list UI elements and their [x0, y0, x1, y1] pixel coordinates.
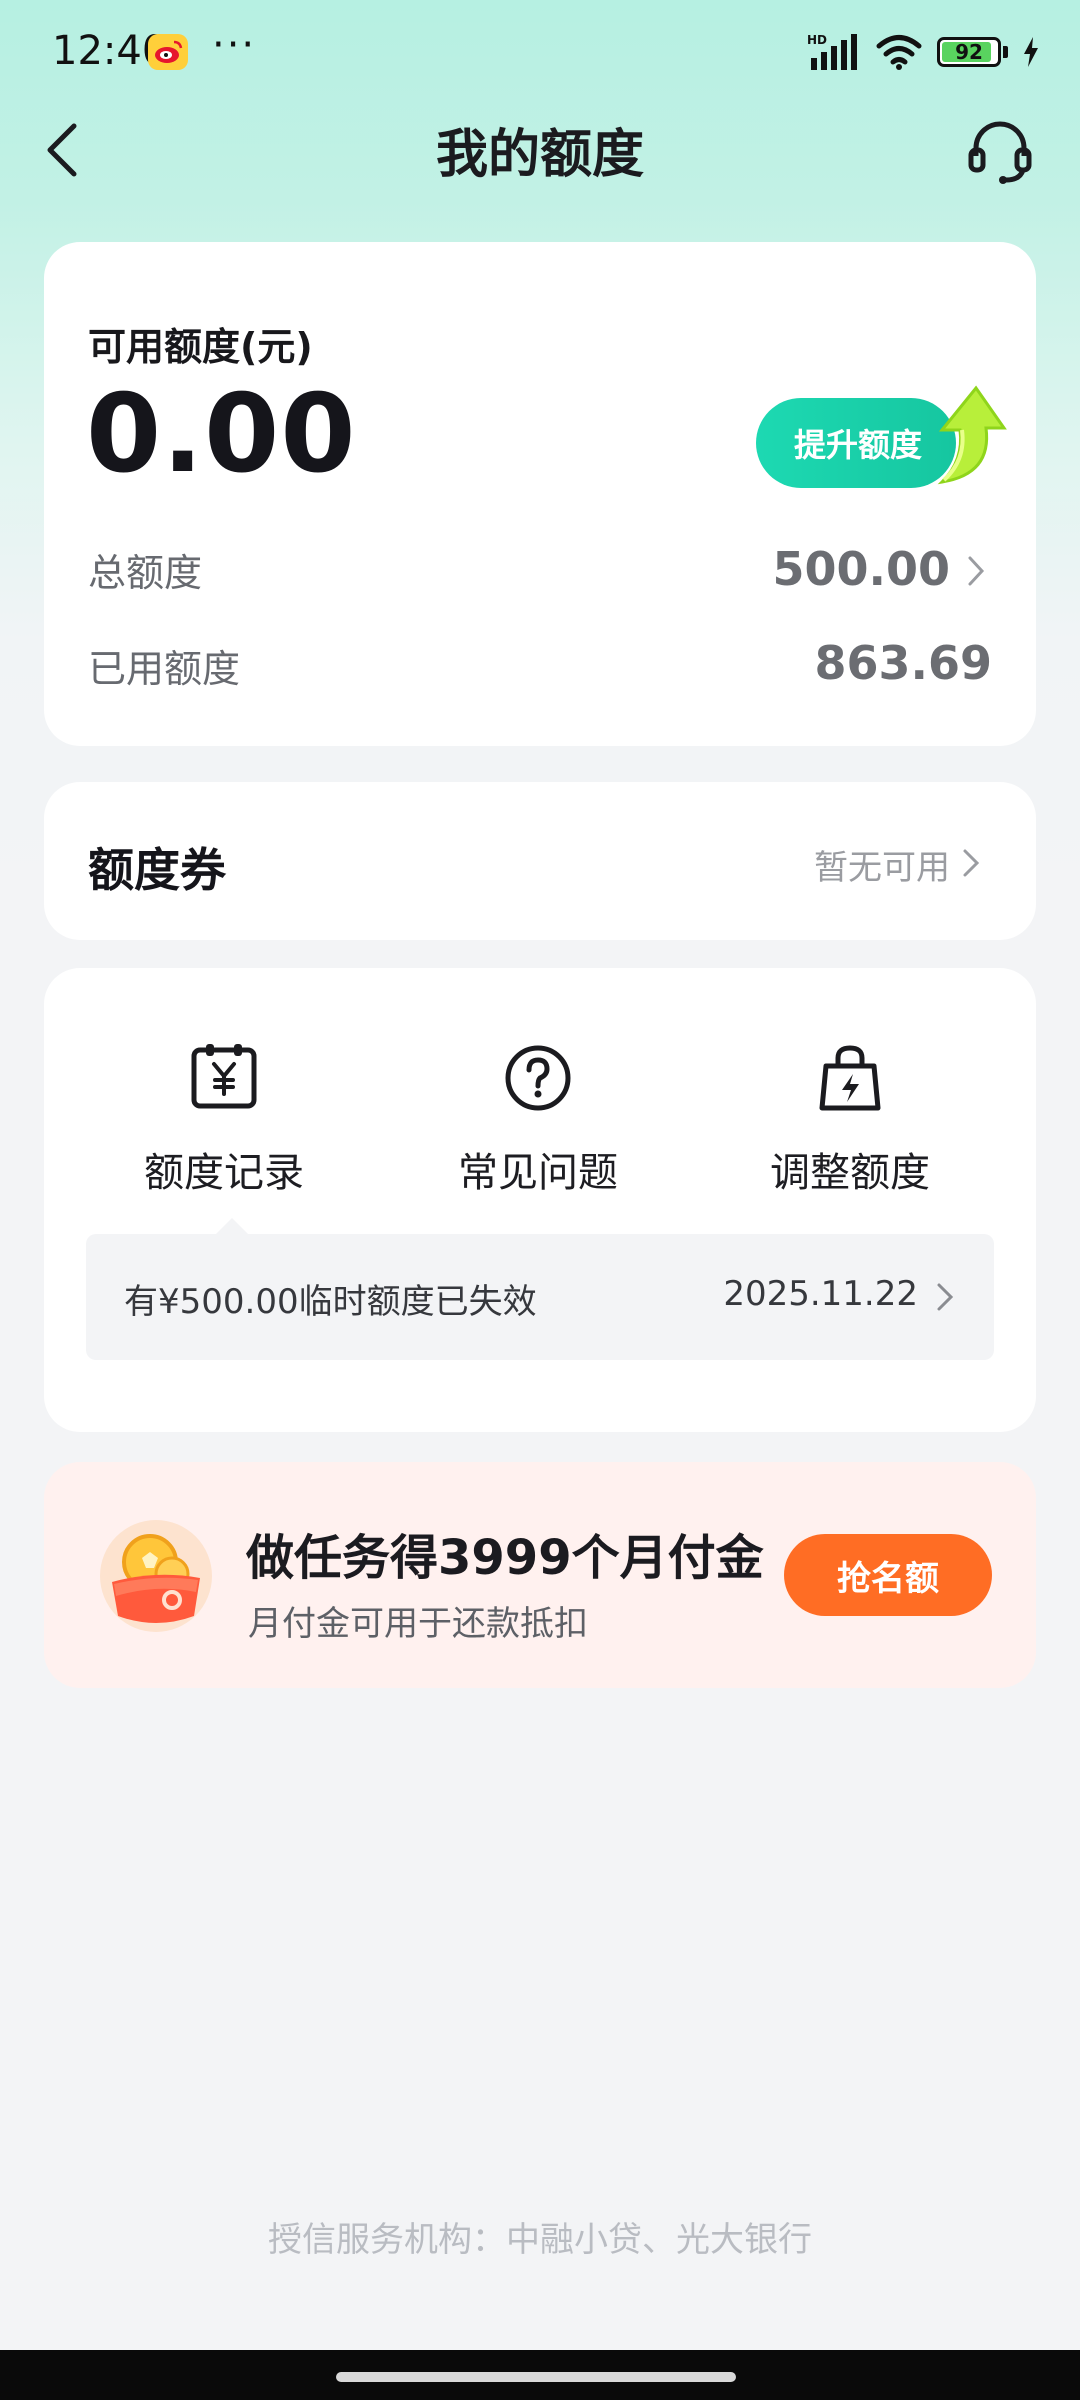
- used-credit-label: 已用额度: [88, 647, 241, 691]
- battery-level: 92: [955, 40, 983, 64]
- question-icon: [505, 1045, 571, 1111]
- more-dots: ···: [212, 22, 257, 68]
- home-indicator[interactable]: [336, 2372, 736, 2382]
- customer-service-button[interactable]: [968, 118, 1032, 184]
- menu-item-label: 额度记录: [144, 1150, 304, 1196]
- task-banner[interactable]: 做任务得3999个月付金 月付金可用于还款抵扣 抢名额: [44, 1462, 1036, 1688]
- notice-date: 2025.11.22: [723, 1274, 918, 1314]
- charging-icon: [1024, 37, 1038, 67]
- chevron-right-icon: [937, 1283, 954, 1311]
- menu-card: 额度记录 常见问题 调整额度 有¥500.00临时额度已失效 2025.11.2…: [44, 968, 1036, 1432]
- headset-icon: [968, 121, 1032, 184]
- coupon-title: 额度券: [88, 843, 226, 897]
- raise-credit-label: 提升额度: [794, 426, 923, 464]
- menu-item-adjust-credit[interactable]: 调整额度: [700, 1042, 1000, 1198]
- menu-item-credit-record[interactable]: 额度记录: [74, 1042, 374, 1198]
- grab-slot-button[interactable]: 抢名额: [784, 1534, 992, 1616]
- grab-slot-label: 抢名额: [837, 1558, 939, 1599]
- used-credit-value: 863.69: [814, 636, 992, 690]
- expired-credit-notice[interactable]: 有¥500.00临时额度已失效 2025.11.22: [86, 1234, 994, 1360]
- menu-item-faq[interactable]: 常见问题: [388, 1042, 688, 1198]
- yuan-record-icon: [191, 1044, 257, 1109]
- battery-icon: 92: [937, 37, 1001, 67]
- coin-pouch-icon: [100, 1520, 212, 1632]
- available-credit-amount: 0.00: [86, 372, 357, 497]
- total-credit-label: 总额度: [88, 551, 203, 595]
- menu-item-label: 调整额度: [770, 1150, 930, 1196]
- menu-item-label: 常见问题: [458, 1150, 618, 1196]
- available-credit-label: 可用额度(元): [88, 325, 313, 369]
- coupon-status: 暂无可用: [814, 848, 950, 888]
- total-credit-value[interactable]: 500.00: [772, 542, 950, 596]
- chevron-right-icon: [963, 849, 980, 877]
- page-title: 我的额度: [435, 125, 644, 185]
- status-icons: HD 92: [807, 30, 1040, 74]
- coupon-row[interactable]: 额度券 暂无可用: [44, 782, 1036, 940]
- credit-card: 可用额度(元) 0.00 提升额度 总额度 500.00 已用额度 863.69: [44, 242, 1036, 746]
- task-subtitle: 月付金可用于还款抵扣: [248, 1604, 588, 1644]
- notice-text: 有¥500.00临时额度已失效: [124, 1282, 537, 1322]
- svg-text:HD: HD: [807, 33, 827, 47]
- footer-institutions: 授信服务机构：中融小贷、光大银行: [268, 2220, 812, 2260]
- status-bar: 12:40 ··· HD 92: [0, 0, 1080, 110]
- wifi-icon: [876, 35, 922, 70]
- signal-icon: HD: [807, 33, 857, 70]
- bag-lightning-icon: [819, 1045, 881, 1111]
- weibo-icon: [148, 34, 188, 70]
- task-title: 做任务得3999个月付金: [246, 1530, 764, 1586]
- chevron-right-icon[interactable]: [966, 554, 986, 588]
- up-arrow-icon: [937, 385, 1007, 485]
